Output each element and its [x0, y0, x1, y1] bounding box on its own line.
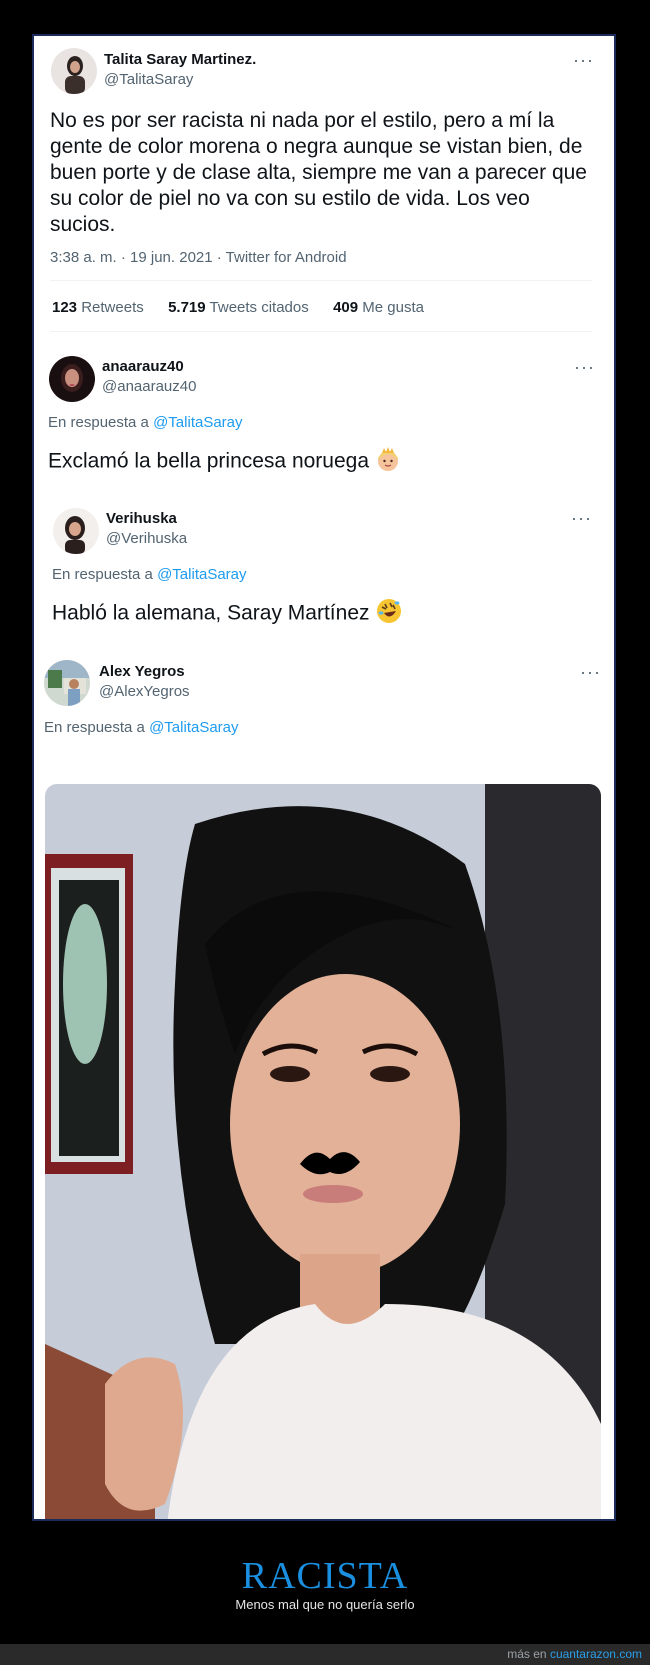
author-handle[interactable]: @Verihuska: [106, 530, 187, 547]
mention-link[interactable]: @TalitaSaray: [149, 719, 238, 736]
reply-text: Habló la alemana, Saray Martínez: [52, 597, 403, 631]
more-options-icon[interactable]: ···: [574, 357, 595, 378]
quote-tweets-stat[interactable]: 5.719 Tweets citados: [168, 299, 309, 316]
reply-photo[interactable]: [45, 784, 601, 1519]
author-name[interactable]: Verihuska: [106, 510, 177, 527]
more-options-icon[interactable]: ···: [573, 50, 594, 71]
rolling-laughing-emoji: [375, 597, 403, 631]
tweet-text: No es por ser racista ni nada por el est…: [50, 109, 587, 236]
reply-context: En respuesta a @TalitaSaray: [44, 719, 239, 736]
author-name[interactable]: Talita Saray Martinez.: [104, 51, 256, 68]
author-name[interactable]: Alex Yegros: [99, 663, 185, 680]
screenshot-frame: Talita Saray Martinez. @TalitaSaray ··· …: [32, 34, 616, 1521]
avatar[interactable]: [53, 508, 99, 554]
post-title: RACISTA: [241, 1555, 409, 1597]
retweets-stat[interactable]: 123 Retweets: [52, 299, 144, 316]
author-handle[interactable]: @AlexYegros: [99, 683, 190, 700]
reply-context: En respuesta a @TalitaSaray: [52, 566, 247, 583]
reply-text: Exclamó la bella princesa noruega: [48, 446, 401, 478]
avatar[interactable]: [44, 660, 90, 706]
avatar[interactable]: [49, 356, 95, 402]
divider: [50, 280, 592, 281]
author-handle[interactable]: @anaarauz40: [102, 378, 196, 395]
reply-context: En respuesta a @TalitaSaray: [48, 414, 243, 431]
divider: [50, 331, 592, 332]
more-options-icon[interactable]: ···: [571, 508, 592, 529]
princess-emoji: [375, 446, 401, 478]
likes-stat[interactable]: 409 Me gusta: [333, 299, 424, 316]
mention-link[interactable]: @TalitaSaray: [153, 414, 242, 431]
author-handle[interactable]: @TalitaSaray: [104, 71, 193, 88]
avatar[interactable]: [51, 48, 97, 94]
tweet-timestamp[interactable]: 3:38 a. m. · 19 jun. 2021 · Twitter for …: [50, 249, 347, 266]
author-name[interactable]: anaarauz40: [102, 358, 184, 375]
source-link[interactable]: más en cuantarazon.com: [507, 1647, 642, 1661]
tweet-stats: 123 Retweets 5.719 Tweets citados 409 Me…: [52, 299, 424, 316]
footer-bar: más en cuantarazon.com: [0, 1644, 650, 1665]
post-subtitle: Menos mal que no quería serlo: [235, 1597, 415, 1612]
mention-link[interactable]: @TalitaSaray: [157, 566, 246, 583]
more-options-icon[interactable]: ···: [580, 662, 601, 683]
